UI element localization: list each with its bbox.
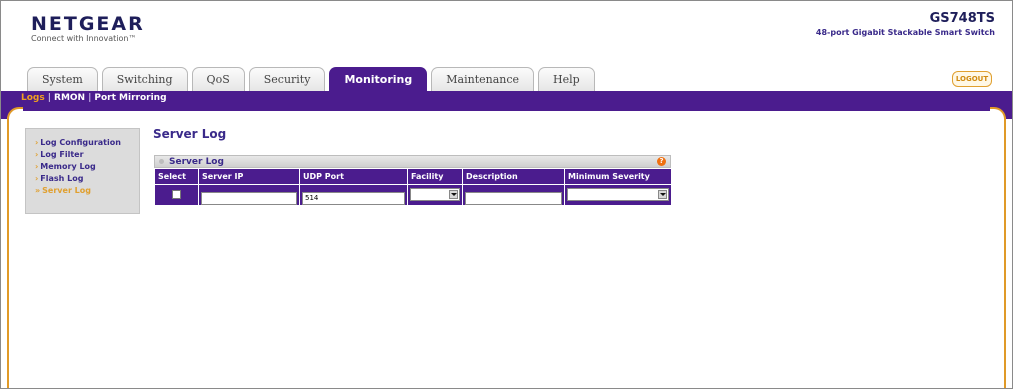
subnav-rmon[interactable]: RMON — [54, 93, 85, 103]
content-border-left — [7, 117, 9, 388]
tab-monitoring[interactable]: Monitoring — [329, 67, 428, 91]
header: NETGEAR Connect with Innovation™ GS748TS… — [1, 1, 1012, 63]
menu-item-flash-log[interactable]: › Flash Log — [35, 173, 139, 185]
column-header-description: Description — [462, 168, 565, 185]
page-title: Server Log — [153, 127, 227, 141]
tab-switching[interactable]: Switching — [101, 67, 188, 91]
table-row — [154, 184, 672, 206]
facility-select[interactable] — [410, 188, 460, 202]
select-cell — [154, 184, 199, 206]
server-log-table: Select Server IP UDP Port Facility Descr… — [154, 168, 672, 206]
column-header-minimum-severity: Minimum Severity — [564, 168, 672, 185]
model-info: GS748TS 48-port Gigabit Stackable Smart … — [816, 11, 995, 37]
panel-header: Server Log ? — [154, 155, 671, 168]
facility-cell — [407, 184, 463, 206]
tab-system[interactable]: System — [27, 67, 98, 91]
content-band — [23, 107, 990, 111]
tab-maintenance[interactable]: Maintenance — [431, 67, 535, 91]
column-header-udp-port: UDP Port — [299, 168, 408, 185]
minimum-severity-select[interactable] — [567, 188, 669, 202]
menu-item-label: Log Configuration — [40, 138, 121, 147]
panel-bullet-icon — [159, 159, 164, 164]
subnav-logs[interactable]: Logs — [21, 93, 45, 103]
udp-port-input[interactable] — [302, 191, 405, 205]
netgear-logo: NETGEAR Connect with Innovation™ — [31, 13, 145, 43]
select-checkbox[interactable] — [172, 190, 181, 200]
column-header-server-ip: Server IP — [198, 168, 300, 185]
server-ip-input[interactable] — [201, 191, 297, 205]
description-input[interactable] — [465, 191, 562, 205]
bullet-icon: › — [35, 138, 39, 147]
menu-item-label: Memory Log — [40, 162, 96, 171]
menu-item-label: Flash Log — [40, 174, 84, 183]
tab-security[interactable]: Security — [248, 67, 326, 91]
trademark-icon: ™ — [128, 34, 137, 43]
dropdown-arrow-icon[interactable] — [658, 190, 667, 200]
menu-item-label: Log Filter — [40, 150, 84, 159]
menu-item-log-filter[interactable]: › Log Filter — [35, 149, 139, 161]
tagline: Connect with Innovation — [31, 34, 129, 43]
help-icon[interactable]: ? — [657, 157, 666, 166]
bullet-icon: › — [35, 174, 39, 183]
logout-button[interactable]: LOGOUT — [952, 71, 992, 87]
content-corner-right — [990, 107, 1012, 119]
sub-navigation-bar: Logs | RMON | Port Mirroring — [1, 91, 1012, 107]
server-ip-cell — [198, 184, 300, 206]
separator: | — [47, 93, 52, 103]
separator: | — [88, 93, 92, 103]
dropdown-arrow-icon[interactable] — [449, 190, 458, 200]
minimum-severity-cell — [564, 184, 672, 206]
brand-name: NETGEAR — [31, 13, 145, 35]
left-menu: › Log Configuration › Log Filter › Memory L… — [25, 128, 140, 214]
menu-item-label: Server Log — [42, 186, 91, 195]
subnav-port-mirroring[interactable]: Port Mirroring — [94, 93, 166, 103]
panel-title: Server Log — [169, 157, 224, 167]
model-name: GS748TS — [929, 11, 995, 26]
double-chevron-icon: » — [35, 186, 41, 195]
menu-item-memory-log[interactable]: › Memory Log — [35, 161, 139, 173]
content-border-right — [1004, 117, 1006, 388]
menu-item-server-log[interactable]: » Server Log — [35, 185, 139, 197]
server-log-panel: Server Log ? Select Server IP UDP Port F… — [154, 155, 672, 206]
description-cell — [462, 184, 565, 206]
app-window: NETGEAR Connect with Innovation™ GS748TS… — [0, 0, 1013, 389]
table-header-row: Select Server IP UDP Port Facility Descr… — [154, 168, 672, 185]
tab-qos[interactable]: QoS — [191, 67, 245, 91]
bullet-icon: › — [35, 162, 39, 171]
sub-navigation: Logs | RMON | Port Mirroring — [21, 93, 167, 103]
column-header-select: Select — [154, 168, 199, 185]
tab-help[interactable]: Help — [538, 67, 595, 91]
main-tabs: System Switching QoS Security Monitoring… — [27, 67, 595, 91]
menu-item-log-configuration[interactable]: › Log Configuration — [35, 137, 139, 149]
model-description: 48-port Gigabit Stackable Smart Switch — [815, 28, 995, 37]
content-corner-left — [1, 107, 23, 119]
column-header-facility: Facility — [407, 168, 463, 185]
udp-port-cell — [299, 184, 408, 206]
bullet-icon: › — [35, 150, 39, 159]
